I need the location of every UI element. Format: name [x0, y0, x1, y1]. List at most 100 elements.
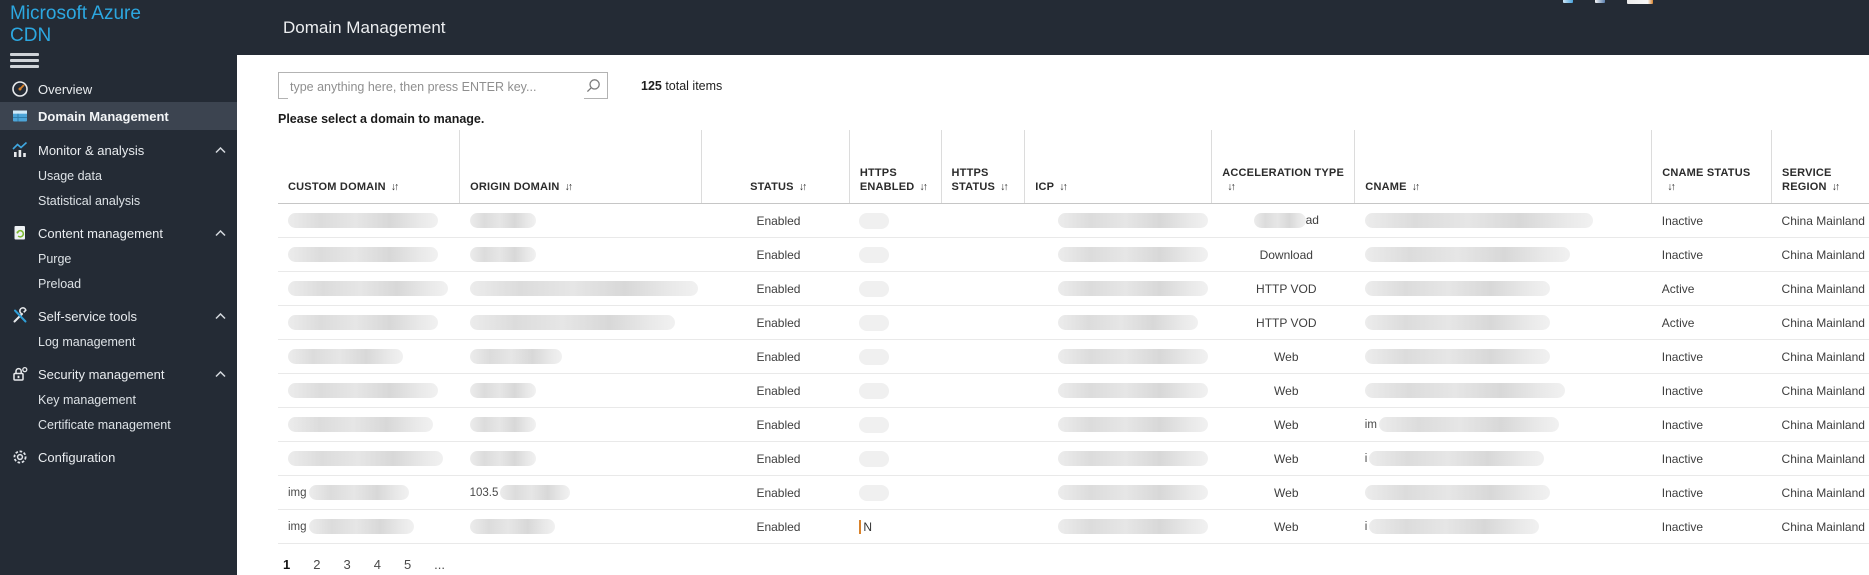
redacted-text	[1253, 213, 1306, 229]
table-row[interactable]: Enabled Web i Inactive China Mainland	[278, 441, 1869, 476]
chevron-up-icon[interactable]	[215, 229, 226, 237]
page-button-2[interactable]: 2	[313, 557, 320, 572]
gauge-icon	[11, 80, 38, 98]
sort-icon[interactable]: ↓↑	[1832, 181, 1840, 193]
sort-icon[interactable]: ↓↑	[1059, 181, 1067, 193]
service-region-value: China Mainland	[1781, 213, 1865, 228]
sidebar-item-domain-management[interactable]: Domain Management	[0, 102, 237, 130]
search-input[interactable]	[288, 74, 584, 99]
hamburger-menu-icon[interactable]	[10, 53, 39, 68]
sidebar-item-label: Usage data	[38, 168, 102, 183]
cname-status-value: Inactive	[1661, 383, 1704, 398]
column-header-icp[interactable]: ICP ↓↑	[1024, 130, 1213, 204]
page-button-4[interactable]: 4	[374, 557, 381, 572]
status-value: Enabled	[756, 383, 801, 398]
sidebar-item-certificate-management[interactable]: Certificate management	[0, 412, 237, 437]
sidebar-item-monitor-analysis[interactable]: Monitor & analysis	[0, 137, 237, 163]
column-header-cname_status[interactable]: CNAME STATUS ↓↑	[1651, 130, 1773, 204]
sort-icon[interactable]: ↓↑	[1000, 181, 1008, 193]
sidebar-item-log-management[interactable]: Log management	[0, 329, 237, 354]
cell-icp	[1024, 441, 1212, 476]
table-row[interactable]: Enabled HTTP VOD Active China Mainland	[278, 271, 1869, 306]
column-header-custom_domain[interactable]: CUSTOM DOMAIN ↓↑	[278, 130, 461, 204]
cell-service-region: China Mainland	[1771, 339, 1869, 374]
sidebar-item-statistical-analysis[interactable]: Statistical analysis	[0, 188, 237, 213]
redacted-text	[1057, 281, 1208, 297]
column-label-line: SERVICE	[1782, 167, 1832, 179]
sort-icon[interactable]: ↓↑	[1667, 181, 1675, 193]
sort-icon[interactable]: ↓↑	[1227, 181, 1235, 193]
cell-cname: im	[1354, 407, 1652, 442]
sidebar-item-label: Overview	[38, 81, 93, 97]
cname-status-value: Inactive	[1661, 349, 1704, 364]
table-row[interactable]: Enabled Web im Inactive China Mainland	[278, 407, 1869, 442]
column-header-origin_domain[interactable]: ORIGIN DOMAIN ↓↑	[459, 130, 703, 204]
visible-text-fragment: img	[288, 486, 307, 499]
column-header-https_enabled[interactable]: HTTPS ENABLED ↓↑	[849, 130, 942, 204]
column-header-service_region[interactable]: SERVICE REGION ↓↑	[1771, 130, 1869, 204]
table-row[interactable]: Enabled HTTP VOD Active China Mainland	[278, 305, 1869, 340]
status-value: Enabled	[756, 485, 801, 500]
sort-icon[interactable]: ↓↑	[565, 181, 573, 193]
table-row[interactable]: img Enabled N Web i Inactive China Mainland	[278, 509, 1869, 544]
sidebar-item-self-service-tools[interactable]: Self-service tools	[0, 303, 237, 329]
search-box	[278, 72, 608, 99]
status-value: Enabled	[756, 247, 801, 262]
redacted-text	[1378, 417, 1559, 433]
pagination: 1 2 3 4 5...	[283, 557, 1869, 572]
table-header-row: CUSTOM DOMAIN ↓↑ ORIGIN DOMAIN ↓↑ STATUS ↓↑ HT…	[278, 130, 1869, 204]
column-header-acceleration_type[interactable]: ACCELERATION TYPE ↓↑	[1211, 130, 1356, 204]
sort-icon[interactable]: ↓↑	[919, 181, 927, 193]
chevron-up-icon[interactable]	[215, 370, 226, 378]
table-row[interactable]: img 103.5 Enabled Web Inactive China Mainland	[278, 475, 1869, 510]
topbar-icon-partial-3[interactable]	[1627, 0, 1653, 4]
status-value: Enabled	[756, 417, 801, 432]
sort-icon[interactable]: ↓↑	[1412, 181, 1420, 193]
page-button-...[interactable]: ...	[434, 557, 445, 572]
service-region-value: China Mainland	[1781, 349, 1865, 364]
sidebar-item-purge[interactable]: Purge	[0, 246, 237, 271]
table-row[interactable]: Enabled Download Inactive China Mainland	[278, 237, 1869, 272]
sidebar-item-configuration[interactable]: Configuration	[0, 444, 237, 470]
redacted-text	[288, 315, 438, 331]
topbar-icon-partial-1[interactable]	[1563, 0, 1573, 3]
cell-https-enabled: N	[849, 509, 941, 544]
page-button-5[interactable]: 5	[404, 557, 411, 572]
column-header-https_status[interactable]: HTTPS STATUS ↓↑	[941, 130, 1026, 204]
sidebar-item-preload[interactable]: Preload	[0, 271, 237, 296]
cell-acceleration-type: Web	[1211, 373, 1355, 408]
redacted-text	[469, 383, 536, 399]
cell-cname-status: Inactive	[1651, 203, 1772, 238]
visible-text-fragment: im	[1364, 418, 1377, 431]
cell-cname-status: Active	[1651, 305, 1772, 340]
cell-cname-status: Inactive	[1651, 407, 1772, 442]
cell-status: Enabled	[701, 305, 850, 340]
sidebar-item-key-management[interactable]: Key management	[0, 387, 237, 412]
cell-acceleration-type: HTTP VOD	[1211, 271, 1355, 306]
sort-icon[interactable]: ↓↑	[391, 181, 399, 193]
redacted-text	[1364, 349, 1550, 365]
sidebar-item-usage-data[interactable]: Usage data	[0, 163, 237, 188]
column-header-status[interactable]: STATUS ↓↑	[701, 130, 850, 204]
redacted-text	[859, 212, 890, 229]
acceleration-value: HTTP VOD	[1256, 281, 1317, 296]
table-row[interactable]: Enabled ad Inactive China Mainland	[278, 203, 1869, 238]
redacted-text	[288, 247, 438, 263]
chevron-up-icon[interactable]	[215, 146, 226, 154]
sidebar-item-content-management[interactable]: Content management	[0, 220, 237, 246]
table-row[interactable]: Enabled Web Inactive China Mainland	[278, 373, 1869, 408]
sidebar-item-overview[interactable]: Overview	[0, 76, 237, 102]
search-icon[interactable]	[585, 78, 601, 94]
column-header-cname[interactable]: CNAME ↓↑	[1354, 130, 1653, 204]
cell-https-status	[941, 441, 1025, 476]
table-row[interactable]: Enabled Web Inactive China Mainland	[278, 339, 1869, 374]
page-button-1[interactable]: 1	[283, 557, 290, 572]
sidebar-item-security-management[interactable]: Security management	[0, 361, 237, 387]
sort-icon[interactable]: ↓↑	[799, 181, 807, 193]
chevron-up-icon[interactable]	[215, 312, 226, 320]
topbar-icon-partial-2[interactable]	[1595, 0, 1605, 3]
acceleration-value: HTTP VOD	[1256, 315, 1317, 330]
cname-status-value: Inactive	[1661, 213, 1704, 228]
page-button-3[interactable]: 3	[343, 557, 350, 572]
cell-custom-domain	[278, 237, 460, 272]
